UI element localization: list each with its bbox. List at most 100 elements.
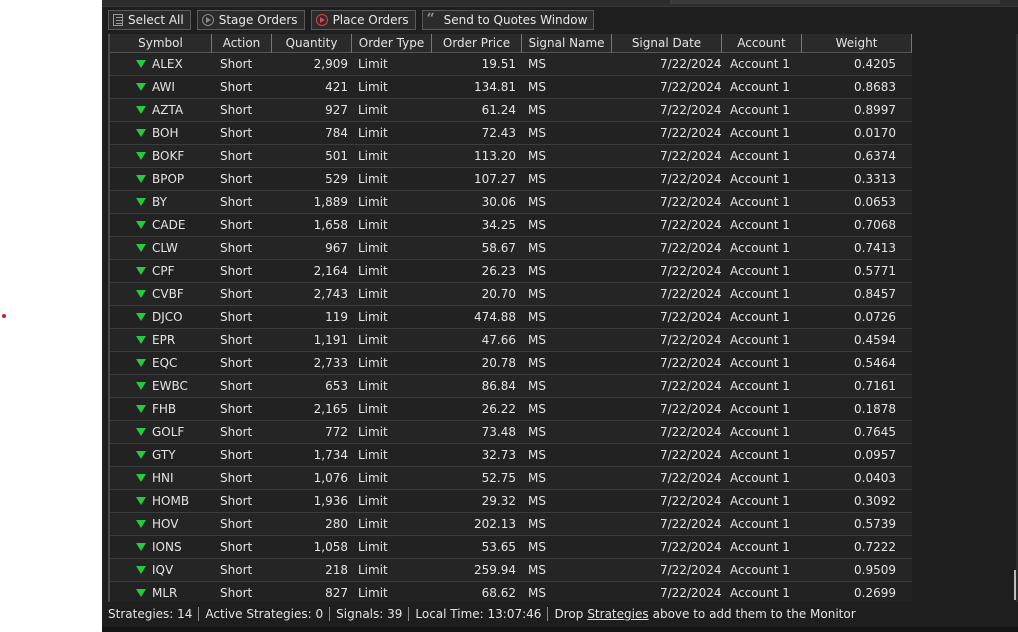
table-row[interactable]: IONS Short 1,058 Limit 53.65 MS 7/22/2024 Accou… xyxy=(110,536,912,559)
down-arrow-icon xyxy=(136,221,146,229)
cell-signal-date: 7/22/2024 xyxy=(660,471,722,485)
cell-symbol: CPF xyxy=(110,260,212,282)
column-header-account[interactable]: Account xyxy=(722,34,802,53)
table-row[interactable]: BPOP Short 529 Limit 107.27 MS 7/22/2024 Accoun… xyxy=(110,168,912,191)
table-row[interactable]: ALEX Short 2,909 Limit 19.51 MS 7/22/2024 Accou… xyxy=(110,53,912,76)
cell-quantity: 218 xyxy=(325,563,348,577)
table-row[interactable]: GOLF Short 772 Limit 73.48 MS 7/22/2024 Account… xyxy=(110,421,912,444)
cell-quantity: 1,076 xyxy=(313,471,348,485)
cell-action: Short xyxy=(220,471,253,485)
cell-quantity: 2,164 xyxy=(313,264,348,278)
cell-quantity: 119 xyxy=(325,310,348,324)
cell-signal-name: MS xyxy=(528,586,546,600)
table-row[interactable]: BOH Short 784 Limit 72.43 MS 7/22/2024 Account … xyxy=(110,122,912,145)
cell-order-type: Limit xyxy=(358,402,388,416)
down-arrow-icon xyxy=(136,566,146,574)
cell-order-type: Limit xyxy=(358,586,388,600)
cell-action: Short xyxy=(220,310,253,324)
cell-order-price: 259.94 xyxy=(474,563,516,577)
table-row[interactable]: AZTA Short 927 Limit 61.24 MS 7/22/2024 Account… xyxy=(110,99,912,122)
cell-symbol: HOV xyxy=(110,513,212,535)
cell-quantity: 2,733 xyxy=(313,356,348,370)
table-row[interactable]: GTY Short 1,734 Limit 32.73 MS 7/22/2024 Accoun… xyxy=(110,444,912,467)
down-arrow-icon xyxy=(136,451,146,459)
stage-orders-button[interactable]: Stage Orders xyxy=(196,10,305,30)
cell-order-price: 72.43 xyxy=(481,126,516,140)
column-header-signal-name[interactable]: Signal Name xyxy=(522,34,612,53)
table-row[interactable]: EPR Short 1,191 Limit 47.66 MS 7/22/2024 Accoun… xyxy=(110,329,912,352)
down-arrow-icon xyxy=(136,313,146,321)
table-row[interactable]: DJCO Short 119 Limit 474.88 MS 7/22/2024 Accoun… xyxy=(110,306,912,329)
vertical-scrollbar-thumb[interactable] xyxy=(1014,570,1016,600)
cell-account: Account 1 xyxy=(730,218,790,232)
cell-account: Account 1 xyxy=(730,57,790,71)
table-row[interactable]: EQC Short 2,733 Limit 20.78 MS 7/22/2024 Accoun… xyxy=(110,352,912,375)
cell-signal-date: 7/22/2024 xyxy=(660,425,722,439)
select-all-button[interactable]: Select All xyxy=(108,10,191,30)
cell-signal-name: MS xyxy=(528,241,546,255)
cell-quantity: 967 xyxy=(325,241,348,255)
cell-signal-name: MS xyxy=(528,195,546,209)
table-row[interactable]: BOKF Short 501 Limit 113.20 MS 7/22/2024 Accoun… xyxy=(110,145,912,168)
play-circle-icon xyxy=(201,14,214,26)
cell-weight: 0.2699 xyxy=(854,586,896,600)
table-row[interactable]: HOMB Short 1,936 Limit 29.32 MS 7/22/2024 Accou… xyxy=(110,490,912,513)
cell-signal-name: MS xyxy=(528,563,546,577)
cell-account: Account 1 xyxy=(730,287,790,301)
cell-signal-name: MS xyxy=(528,494,546,508)
cell-order-type: Limit xyxy=(358,563,388,577)
table-row[interactable]: CPF Short 2,164 Limit 26.23 MS 7/22/2024 Accoun… xyxy=(110,260,912,283)
down-arrow-icon xyxy=(136,359,146,367)
table-row[interactable]: AWI Short 421 Limit 134.81 MS 7/22/2024 Account… xyxy=(110,76,912,99)
table-row[interactable]: HNI Short 1,076 Limit 52.75 MS 7/22/2024 Accoun… xyxy=(110,467,912,490)
cell-quantity: 529 xyxy=(325,172,348,186)
cell-symbol: HNI xyxy=(110,467,212,489)
down-arrow-icon xyxy=(136,290,146,298)
table-row[interactable]: MLR Short 827 Limit 68.62 MS 7/22/2024 Account … xyxy=(110,582,912,602)
column-header-order-type[interactable]: Order Type xyxy=(352,34,432,53)
cell-order-type: Limit xyxy=(358,425,388,439)
cell-order-type: Limit xyxy=(358,287,388,301)
column-header-quantity[interactable]: Quantity xyxy=(272,34,352,53)
cell-order-type: Limit xyxy=(358,264,388,278)
cell-signal-date: 7/22/2024 xyxy=(660,218,722,232)
column-header-signal-date[interactable]: Signal Date xyxy=(612,34,722,53)
cell-action: Short xyxy=(220,103,253,117)
table-row[interactable]: CVBF Short 2,743 Limit 20.70 MS 7/22/2024 Accou… xyxy=(110,283,912,306)
down-arrow-icon xyxy=(136,428,146,436)
cell-order-type: Limit xyxy=(358,448,388,462)
cell-signal-date: 7/22/2024 xyxy=(660,172,722,186)
cell-quantity: 1,936 xyxy=(313,494,348,508)
cell-account: Account 1 xyxy=(730,310,790,324)
column-header-weight[interactable]: Weight xyxy=(802,34,912,53)
cell-symbol: HOMB xyxy=(110,490,212,512)
table-row[interactable]: FHB Short 2,165 Limit 26.22 MS 7/22/2024 Accoun… xyxy=(110,398,912,421)
table-row[interactable]: BY Short 1,889 Limit 30.06 MS 7/22/2024 Account… xyxy=(110,191,912,214)
table-row[interactable]: IQV Short 218 Limit 259.94 MS 7/22/2024 Account… xyxy=(110,559,912,582)
column-header-order-price[interactable]: Order Price xyxy=(432,34,522,53)
status-active-strategies: Active Strategies: 0 xyxy=(205,607,324,621)
cell-symbol: AZTA xyxy=(110,99,212,121)
cell-signal-date: 7/22/2024 xyxy=(660,241,722,255)
quote-icon: “ xyxy=(426,11,435,27)
table-row[interactable]: HOV Short 280 Limit 202.13 MS 7/22/2024 Account… xyxy=(110,513,912,536)
send-to-quotes-button[interactable]: “ Send to Quotes Window xyxy=(421,10,595,30)
top-scroll-track[interactable] xyxy=(670,0,1000,4)
column-header-symbol[interactable]: Symbol xyxy=(110,34,212,53)
table-row[interactable]: CADE Short 1,658 Limit 34.25 MS 7/22/2024 Accou… xyxy=(110,214,912,237)
cell-action: Short xyxy=(220,80,253,94)
cell-account: Account 1 xyxy=(730,425,790,439)
cell-symbol: IQV xyxy=(110,559,212,581)
column-header-action[interactable]: Action xyxy=(212,34,272,53)
cell-order-price: 86.84 xyxy=(481,379,516,393)
play-circle-red-icon xyxy=(315,14,328,26)
strategies-link[interactable]: Strategies xyxy=(587,607,648,621)
cell-order-type: Limit xyxy=(358,379,388,393)
table-row[interactable]: CLW Short 967 Limit 58.67 MS 7/22/2024 Account … xyxy=(110,237,912,260)
table-row[interactable]: EWBC Short 653 Limit 86.84 MS 7/22/2024 Account… xyxy=(110,375,912,398)
place-orders-button[interactable]: Place Orders xyxy=(310,10,416,30)
cell-order-price: 20.78 xyxy=(481,356,516,370)
cell-weight: 0.0726 xyxy=(854,310,896,324)
cell-signal-date: 7/22/2024 xyxy=(660,287,722,301)
cell-action: Short xyxy=(220,126,253,140)
